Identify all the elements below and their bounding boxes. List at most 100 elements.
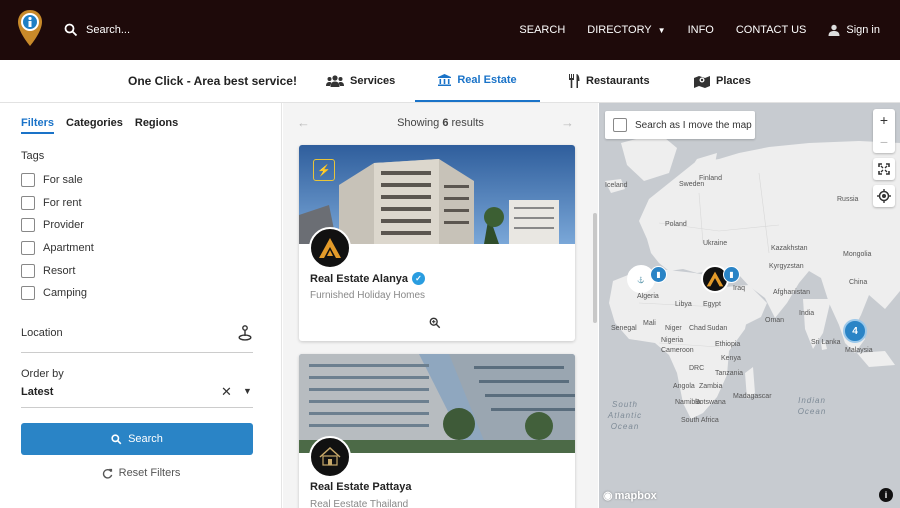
- listing-title-text: Real Estate Alanya: [310, 272, 409, 285]
- site-logo-icon[interactable]: [16, 8, 44, 48]
- map-label: Ukraine: [703, 240, 728, 247]
- tab-filters[interactable]: Filters: [21, 117, 55, 134]
- tab-regions[interactable]: Regions: [135, 117, 178, 134]
- tag-checkbox-for-rent[interactable]: For rent: [21, 192, 94, 215]
- map-label: Sweden: [679, 181, 705, 188]
- tags-label: Tags: [21, 150, 45, 162]
- map-label: South Africa: [681, 417, 719, 424]
- checkbox[interactable]: [21, 218, 35, 233]
- checkbox[interactable]: [21, 286, 35, 301]
- tag-label: Provider: [43, 219, 84, 232]
- map-label: Sudan: [707, 325, 728, 332]
- search-button[interactable]: Search: [21, 423, 253, 455]
- checkbox[interactable]: [21, 241, 35, 256]
- header-search-placeholder[interactable]: Search...: [86, 24, 130, 36]
- bookmark-icon[interactable]: ▮: [650, 266, 667, 283]
- tab-places[interactable]: Places: [694, 60, 751, 102]
- bookmark-icon[interactable]: ▮: [723, 266, 740, 283]
- locate-me-icon[interactable]: [238, 325, 252, 344]
- verified-icon: ✓: [412, 272, 426, 285]
- chevron-down-icon: ▼: [657, 26, 666, 35]
- tab-categories[interactable]: Categories: [66, 117, 123, 134]
- map-label: Tanzania: [715, 370, 744, 377]
- user-icon: [828, 24, 840, 36]
- map-label: Mongolia: [843, 251, 872, 258]
- reset-filters-link[interactable]: Reset Filters: [0, 467, 282, 479]
- map-label: China: [849, 279, 868, 286]
- checkbox[interactable]: [613, 118, 627, 132]
- fullscreen-icon[interactable]: [873, 158, 895, 180]
- showing-suffix: results: [451, 117, 484, 129]
- map-label: Niger: [665, 325, 682, 332]
- tag-label: For rent: [43, 196, 82, 209]
- zoom-out-icon[interactable]: −: [873, 131, 895, 153]
- map-label: Kazakhstan: [771, 245, 808, 252]
- avatar[interactable]: [309, 436, 351, 478]
- location-field[interactable]: Location: [21, 327, 63, 339]
- tab-restaurants[interactable]: Restaurants: [568, 60, 650, 102]
- map-label: Algeria: [637, 293, 659, 300]
- listing-title-text: Real Estate Pattaya: [310, 481, 412, 493]
- tab-real-estate-label: Real Estate: [457, 74, 517, 86]
- tag-checkbox-provider[interactable]: Provider: [21, 214, 94, 237]
- header-search[interactable]: Search...: [64, 20, 130, 40]
- geolocate-icon[interactable]: [873, 185, 895, 207]
- tab-services[interactable]: Services: [326, 60, 395, 102]
- map-label: Cameroon: [661, 347, 694, 354]
- scrollbar[interactable]: [593, 213, 597, 323]
- listing-card[interactable]: Real Estate Pattaya Real Eestate Thailan…: [299, 354, 575, 508]
- zoom-in-icon[interactable]: +: [873, 109, 895, 131]
- tab-real-estate[interactable]: Real Estate: [415, 60, 540, 102]
- listing-subtitle: Real Eestate Thailand: [310, 499, 409, 508]
- nav-contact[interactable]: CONTACT US: [736, 24, 807, 36]
- listing-title[interactable]: Real Estate Alanya ✓: [310, 272, 426, 285]
- map-label: Sri Lanka: [811, 339, 841, 346]
- listing-card[interactable]: ⚡ Real Estate Alanya ✓ Furnished Holiday…: [299, 145, 575, 341]
- map-view[interactable]: Search as I move the map + − Iceland Swe…: [599, 103, 900, 508]
- search-as-move-toggle[interactable]: Search as I move the map: [605, 111, 755, 139]
- map-label: Libya: [675, 301, 692, 308]
- map-label: Kenya: [721, 355, 741, 362]
- bolt-icon: ⚡: [313, 159, 335, 181]
- nav-directory[interactable]: DIRECTORY ▼: [587, 24, 665, 36]
- category-bar: One Click - Area best service! Services …: [0, 60, 900, 103]
- checkbox[interactable]: [21, 195, 35, 210]
- signin-link[interactable]: Sign in: [828, 24, 880, 36]
- top-nav-menu: SEARCH DIRECTORY ▼ INFO CONTACT US Sign i…: [519, 0, 880, 60]
- nav-search[interactable]: SEARCH: [519, 24, 565, 36]
- listing-subtitle: Furnished Holiday Homes: [310, 290, 426, 301]
- geolocate-control: [873, 185, 895, 207]
- mapbox-icon: ◉: [603, 490, 613, 502]
- tag-checklist: For sale For rent Provider Apartment Res…: [21, 169, 94, 305]
- listing-title[interactable]: Real Estate Pattaya: [310, 481, 412, 493]
- caret-down-icon[interactable]: ▼: [243, 386, 252, 396]
- clear-icon[interactable]: ✕: [221, 384, 232, 400]
- tag-checkbox-apartment[interactable]: Apartment: [21, 237, 94, 260]
- tag-checkbox-resort[interactable]: Resort: [21, 259, 94, 282]
- avatar[interactable]: [309, 227, 351, 269]
- tab-services-label: Services: [350, 75, 396, 87]
- map-label: Ethiopia: [715, 341, 741, 348]
- checkbox[interactable]: [21, 173, 35, 188]
- map-label: Iceland: [605, 182, 628, 189]
- zoom-icon[interactable]: [429, 317, 441, 332]
- map-cluster[interactable]: 4: [843, 319, 867, 343]
- checkbox[interactable]: [21, 263, 35, 278]
- order-by-select[interactable]: Latest: [21, 386, 53, 398]
- nav-info[interactable]: INFO: [688, 24, 714, 36]
- arrow-right-icon[interactable]: →: [561, 115, 574, 130]
- map-label: Madagascar: [733, 393, 772, 400]
- map-label: Poland: [665, 221, 687, 228]
- top-navbar: Search... SEARCH DIRECTORY ▼ INFO CONTACT…: [0, 0, 900, 60]
- tag-checkbox-for-sale[interactable]: For sale: [21, 169, 94, 192]
- tag-checkbox-camping[interactable]: Camping: [21, 282, 94, 305]
- results-count: Showing 6 results: [283, 117, 598, 129]
- map-label: Angola: [673, 383, 695, 390]
- cutlery-icon: [569, 74, 580, 88]
- mapbox-logo[interactable]: ◉ mapbox: [603, 489, 657, 503]
- tab-places-label: Places: [716, 75, 751, 87]
- showing-prefix: Showing: [397, 117, 440, 129]
- map-label: Senegal: [611, 325, 637, 332]
- info-icon[interactable]: i: [879, 488, 893, 502]
- map-label: India: [799, 310, 815, 317]
